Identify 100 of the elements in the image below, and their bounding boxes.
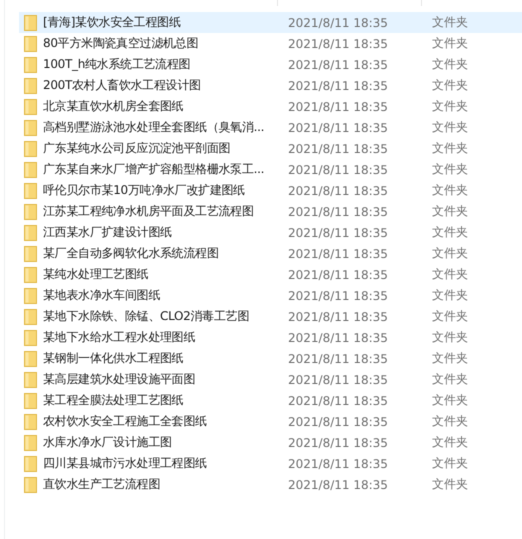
file-row[interactable]: 高档别墅游泳池水处理全套图纸（臭氧消... 2021/8/11 18:35 文件夹 xyxy=(19,117,522,138)
file-name: 四川某县城市污水处理工程图纸 xyxy=(43,455,207,472)
folder-icon xyxy=(24,372,37,388)
folder-icon xyxy=(24,330,37,346)
file-type: 文件夹 xyxy=(432,56,468,73)
file-name: 某钢制一体化供水工程图纸 xyxy=(43,350,184,367)
file-name: 北京某直饮水机房全套图纸 xyxy=(43,98,184,115)
modified-date: 2021/8/11 18:35 xyxy=(288,310,389,324)
file-row[interactable]: [青海]某饮水安全工程图纸 2021/8/11 18:35 文件夹 xyxy=(19,12,522,33)
file-name: 某地下水给水工程水处理图纸 xyxy=(43,329,196,346)
file-type: 文件夹 xyxy=(432,224,468,241)
modified-date: 2021/8/11 18:35 xyxy=(288,352,389,366)
file-type: 文件夹 xyxy=(432,161,468,178)
modified-date: 2021/8/11 18:35 xyxy=(288,204,389,218)
file-name: 100T_h纯水系统工艺流程图 xyxy=(43,56,190,73)
file-type: 文件夹 xyxy=(432,308,468,325)
file-row[interactable]: 200T农村人畜饮水工程设计图 2021/8/11 18:35 文件夹 xyxy=(19,75,522,96)
folder-icon xyxy=(24,56,37,72)
file-row[interactable]: 某地下水给水工程水处理图纸 2021/8/11 18:35 文件夹 xyxy=(19,327,522,348)
modified-date: 2021/8/11 18:35 xyxy=(288,100,389,114)
folder-icon xyxy=(24,476,37,492)
folder-icon xyxy=(24,288,37,304)
file-row[interactable]: 四川某县城市污水处理工程图纸 2021/8/11 18:35 文件夹 xyxy=(19,453,522,474)
folder-icon xyxy=(24,434,37,450)
file-type: 文件夹 xyxy=(432,392,468,409)
file-type: 文件夹 xyxy=(432,287,468,304)
file-row[interactable]: 某厂全自动多阀软化水系统流程图 2021/8/11 18:35 文件夹 xyxy=(19,243,522,264)
file-type: 文件夹 xyxy=(432,371,468,388)
folder-icon xyxy=(24,78,37,94)
file-name: 广东某自来水厂增产扩容船型格栅水泵工... xyxy=(43,161,264,178)
file-row[interactable]: 北京某直饮水机房全套图纸 2021/8/11 18:35 文件夹 xyxy=(19,96,522,117)
folder-icon xyxy=(24,308,37,324)
file-type: 文件夹 xyxy=(432,476,468,493)
file-row[interactable]: 某高层建筑水处理设施平面图 2021/8/11 18:35 文件夹 xyxy=(19,369,522,390)
folder-icon xyxy=(24,140,37,156)
folder-icon xyxy=(24,224,37,240)
file-type: 文件夹 xyxy=(432,329,468,346)
file-type: 文件夹 xyxy=(432,266,468,283)
file-name: 200T农村人畜饮水工程设计图 xyxy=(43,77,201,94)
file-name: 某地下水除铁、除锰、CLO2消毒工艺图 xyxy=(43,308,250,325)
file-name: 高档别墅游泳池水处理全套图纸（臭氧消... xyxy=(43,119,264,136)
file-row[interactable]: 农村饮水安全工程施工全套图纸 2021/8/11 18:35 文件夹 xyxy=(19,411,522,432)
file-type: 文件夹 xyxy=(432,98,468,115)
file-row[interactable]: 广东某自来水厂增产扩容船型格栅水泵工... 2021/8/11 18:35 文件夹 xyxy=(19,159,522,180)
modified-date: 2021/8/11 18:35 xyxy=(288,16,389,30)
folder-icon xyxy=(24,456,37,472)
folder-icon xyxy=(24,392,37,408)
file-type: 文件夹 xyxy=(432,413,468,430)
file-row[interactable]: 水库水净水厂设计施工图 2021/8/11 18:35 文件夹 xyxy=(19,432,522,453)
folder-icon xyxy=(24,204,37,220)
file-row[interactable]: 某钢制一体化供水工程图纸 2021/8/11 18:35 文件夹 xyxy=(19,348,522,369)
file-type: 文件夹 xyxy=(432,350,468,367)
modified-date: 2021/8/11 18:35 xyxy=(288,288,389,302)
file-row[interactable]: 呼伦贝尔市某10万吨净水厂改扩建图纸 2021/8/11 18:35 文件夹 xyxy=(19,180,522,201)
file-row[interactable]: 100T_h纯水系统工艺流程图 2021/8/11 18:35 文件夹 xyxy=(19,54,522,75)
modified-date: 2021/8/11 18:35 xyxy=(288,436,389,450)
folder-icon xyxy=(24,246,37,262)
folder-icon xyxy=(24,266,37,282)
file-row[interactable]: 某地下水除铁、除锰、CLO2消毒工艺图 2021/8/11 18:35 文件夹 xyxy=(19,306,522,327)
file-name: 农村饮水安全工程施工全套图纸 xyxy=(43,413,207,430)
folder-icon xyxy=(24,350,37,366)
modified-date: 2021/8/11 18:35 xyxy=(288,394,389,408)
modified-date: 2021/8/11 18:35 xyxy=(288,36,389,50)
modified-date: 2021/8/11 18:35 xyxy=(288,268,389,282)
file-row[interactable]: 广东某纯水公司反应沉淀池平剖面图 2021/8/11 18:35 文件夹 xyxy=(19,138,522,159)
file-name: 某地表水净水车间图纸 xyxy=(43,287,160,304)
file-type: 文件夹 xyxy=(432,245,468,262)
modified-date: 2021/8/11 18:35 xyxy=(288,58,389,72)
folder-icon xyxy=(24,14,37,30)
file-type: 文件夹 xyxy=(432,140,468,157)
file-row[interactable]: 江西某水厂扩建设计图纸 2021/8/11 18:35 文件夹 xyxy=(19,222,522,243)
file-row[interactable]: 80平方米陶瓷真空过滤机总图 2021/8/11 18:35 文件夹 xyxy=(19,33,522,54)
file-row[interactable]: 某地表水净水车间图纸 2021/8/11 18:35 文件夹 xyxy=(19,285,522,306)
folder-icon xyxy=(24,162,37,178)
modified-date: 2021/8/11 18:35 xyxy=(288,162,389,176)
folder-icon xyxy=(24,182,37,198)
modified-date: 2021/8/11 18:35 xyxy=(288,78,389,92)
file-name: 某厂全自动多阀软化水系统流程图 xyxy=(43,245,219,262)
modified-date: 2021/8/11 18:35 xyxy=(288,142,389,156)
file-type: 文件夹 xyxy=(432,434,468,451)
file-name: 80平方米陶瓷真空过滤机总图 xyxy=(43,35,198,52)
file-name: 水库水净水厂设计施工图 xyxy=(43,434,172,451)
file-row[interactable]: 江苏某工程纯净水机房平面及工艺流程图 2021/8/11 18:35 文件夹 xyxy=(19,201,522,222)
file-row[interactable]: 某纯水处理工艺图纸 2021/8/11 18:35 文件夹 xyxy=(19,264,522,285)
file-name: 某纯水处理工艺图纸 xyxy=(43,266,148,283)
file-row[interactable]: 直饮水生产工艺流程图 2021/8/11 18:35 文件夹 xyxy=(19,474,522,495)
modified-date: 2021/8/11 18:35 xyxy=(288,372,389,386)
file-type: 文件夹 xyxy=(432,35,468,52)
modified-date: 2021/8/11 18:35 xyxy=(288,414,389,428)
file-type: 文件夹 xyxy=(432,14,468,31)
modified-date: 2021/8/11 18:35 xyxy=(288,120,389,134)
file-type: 文件夹 xyxy=(432,455,468,472)
file-type: 文件夹 xyxy=(432,77,468,94)
modified-date: 2021/8/11 18:35 xyxy=(288,184,389,198)
folder-icon xyxy=(24,414,37,430)
modified-date: 2021/8/11 18:35 xyxy=(288,246,389,260)
modified-date: 2021/8/11 18:35 xyxy=(288,330,389,344)
folder-icon xyxy=(24,120,37,136)
file-row[interactable]: 某工程全膜法处理工艺图纸 2021/8/11 18:35 文件夹 xyxy=(19,390,522,411)
file-name: 某高层建筑水处理设施平面图 xyxy=(43,371,196,388)
